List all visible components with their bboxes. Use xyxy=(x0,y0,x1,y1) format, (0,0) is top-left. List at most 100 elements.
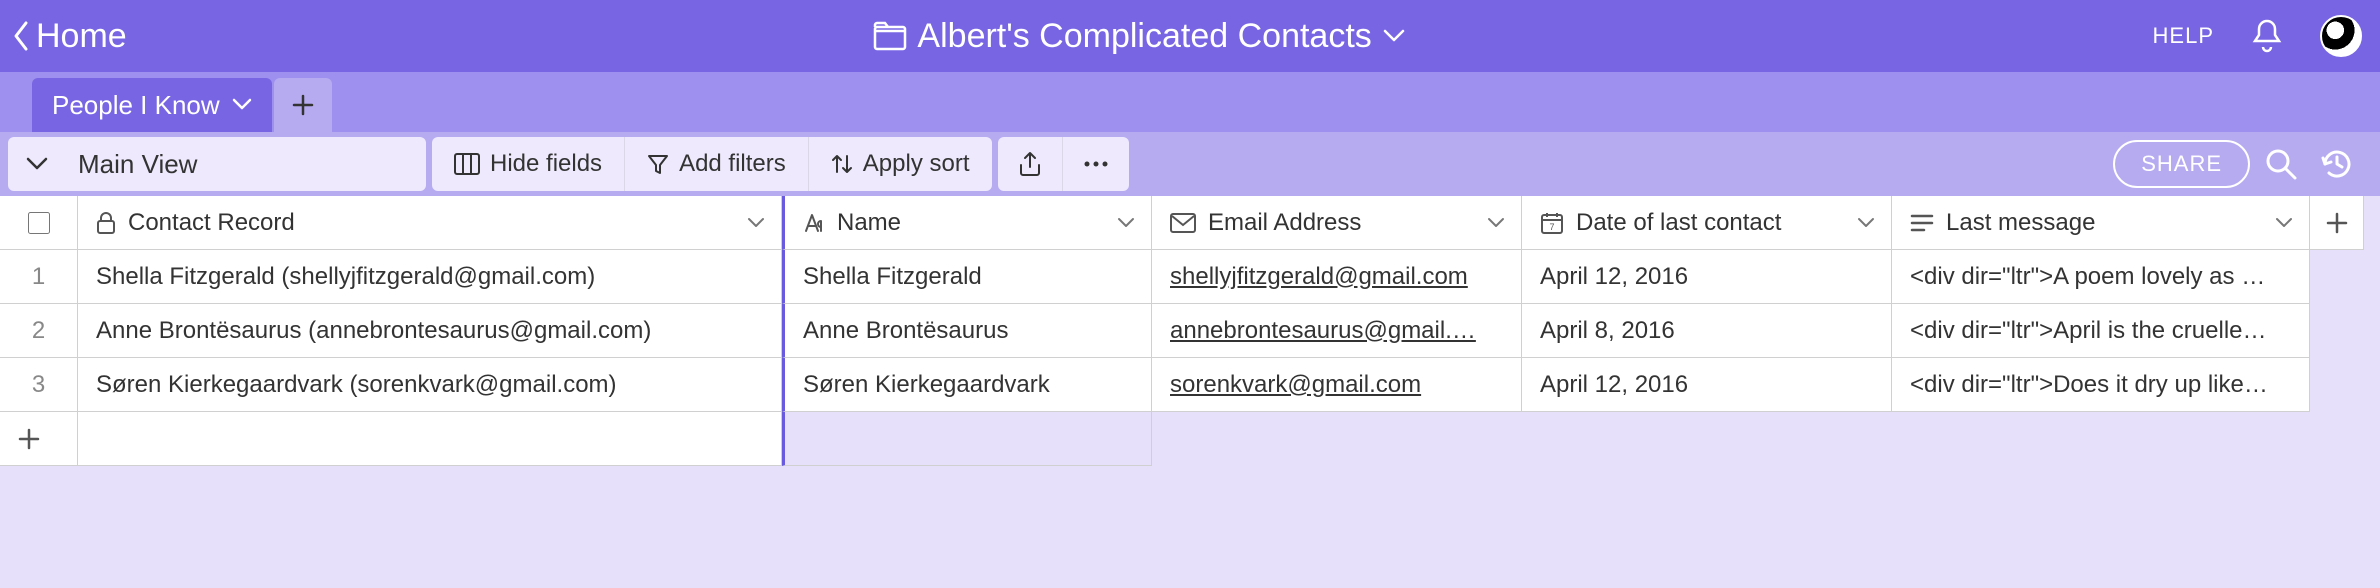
home-label: Home xyxy=(36,17,127,56)
folder-icon xyxy=(873,21,907,51)
history-button[interactable] xyxy=(2312,139,2362,189)
cell-date[interactable]: April 8, 2016 xyxy=(1522,304,1892,358)
search-icon xyxy=(2264,147,2298,181)
column-label: Email Address xyxy=(1208,209,1361,237)
plus-icon xyxy=(2326,212,2348,234)
sort-icon xyxy=(831,152,853,176)
row-trailing-space xyxy=(2310,250,2364,304)
lock-icon xyxy=(96,211,116,235)
chevron-down-icon xyxy=(747,217,765,229)
cell-name[interactable]: Søren Kierkegaardvark xyxy=(782,358,1152,412)
add-filters-button[interactable]: Add filters xyxy=(625,137,809,191)
columns-icon xyxy=(454,153,480,175)
column-header-date[interactable]: 7 Date of last contact xyxy=(1522,196,1892,250)
share-icon xyxy=(1018,151,1042,177)
tab-label: People I Know xyxy=(52,90,220,121)
svg-text:7: 7 xyxy=(1549,222,1554,232)
email-icon xyxy=(1170,213,1196,233)
user-avatar[interactable] xyxy=(2320,15,2362,57)
longtext-icon xyxy=(1910,213,1934,233)
cell-contact-record[interactable]: Anne Brontësaurus (annebrontesaurus@gmai… xyxy=(78,304,782,358)
help-link[interactable]: HELP xyxy=(2153,23,2214,49)
column-header-contact-record[interactable]: Contact Record xyxy=(78,196,782,250)
plus-icon xyxy=(292,94,314,116)
empty-cell xyxy=(782,412,1152,466)
select-all-checkbox[interactable] xyxy=(28,212,50,234)
empty-cell xyxy=(78,412,782,466)
search-button[interactable] xyxy=(2256,139,2306,189)
column-label: Last message xyxy=(1946,209,2095,237)
empty-cell xyxy=(1892,412,2310,466)
base-title-text: Albert's Complicated Contacts xyxy=(917,17,1371,56)
column-header-email[interactable]: Email Address xyxy=(1152,196,1522,250)
chevron-down-icon xyxy=(1487,217,1505,229)
chevron-down-icon xyxy=(232,98,252,112)
view-selector[interactable]: Main View xyxy=(8,137,426,191)
row-number[interactable]: 3 xyxy=(0,358,78,412)
view-name-label: Main View xyxy=(78,149,197,180)
chevron-left-icon xyxy=(10,19,34,53)
empty-cell xyxy=(1522,412,1892,466)
table-tab-bar: People I Know xyxy=(0,72,2380,132)
hide-fields-button[interactable]: Hide fields xyxy=(432,137,625,191)
base-title-dropdown[interactable]: Albert's Complicated Contacts xyxy=(127,17,2153,56)
add-row-button[interactable] xyxy=(0,412,78,466)
column-label: Contact Record xyxy=(128,209,295,237)
share-label: SHARE xyxy=(2141,151,2222,177)
plus-icon xyxy=(18,428,40,450)
tab-people-i-know[interactable]: People I Know xyxy=(32,78,272,132)
cell-email[interactable]: sorenkvark@gmail.com xyxy=(1152,358,1522,412)
chevron-down-icon xyxy=(1117,217,1135,229)
cell-last-message[interactable]: <div dir="ltr">A poem lovely as … xyxy=(1892,250,2310,304)
calendar-icon: 7 xyxy=(1540,211,1564,235)
column-header-last-message[interactable]: Last message xyxy=(1892,196,2310,250)
cell-email[interactable]: shellyjfitzgerald@gmail.com xyxy=(1152,250,1522,304)
cell-date[interactable]: April 12, 2016 xyxy=(1522,358,1892,412)
chevron-down-icon xyxy=(2275,217,2293,229)
column-label: Date of last contact xyxy=(1576,209,1781,237)
notifications-button[interactable] xyxy=(2242,11,2292,61)
add-table-button[interactable] xyxy=(274,78,332,132)
topbar: Home Albert's Complicated Contacts HELP xyxy=(0,0,2380,72)
cell-contact-record[interactable]: Shella Fitzgerald (shellyjfitzgerald@gma… xyxy=(78,250,782,304)
history-icon xyxy=(2319,146,2355,182)
column-label: Name xyxy=(837,209,901,237)
cell-email[interactable]: annebrontesaurus@gmail.… xyxy=(1152,304,1522,358)
home-link[interactable]: Home xyxy=(10,17,127,56)
more-options-button[interactable] xyxy=(1063,137,1129,191)
column-header-name[interactable]: Name xyxy=(782,196,1152,250)
row-number[interactable]: 2 xyxy=(0,304,78,358)
filter-icon xyxy=(647,153,669,175)
view-tools-group: Hide fields Add filters Apply sort xyxy=(432,137,992,191)
chevron-down-icon xyxy=(1382,28,1406,44)
grid: Contact Record Name Email Address 7 Date… xyxy=(0,196,2380,466)
cell-name[interactable]: Anne Brontësaurus xyxy=(782,304,1152,358)
add-filters-label: Add filters xyxy=(679,150,786,178)
select-all-cell[interactable] xyxy=(0,196,78,250)
cell-date[interactable]: April 12, 2016 xyxy=(1522,250,1892,304)
chevron-down-icon xyxy=(26,157,48,171)
topbar-right: HELP xyxy=(2153,11,2362,61)
text-icon xyxy=(803,212,825,234)
empty-cell xyxy=(1152,412,1522,466)
empty-cell xyxy=(2310,412,2364,466)
hide-fields-label: Hide fields xyxy=(490,150,602,178)
data-table: Contact Record Name Email Address 7 Date… xyxy=(0,196,2380,588)
cell-last-message[interactable]: <div dir="ltr">Does it dry up like… xyxy=(1892,358,2310,412)
view-tools-group-2 xyxy=(998,137,1129,191)
view-toolbar: Main View Hide fields Add filters Apply … xyxy=(0,132,2380,196)
row-trailing-space xyxy=(2310,358,2364,412)
share-button[interactable]: SHARE xyxy=(2113,140,2250,188)
chevron-down-icon xyxy=(1857,217,1875,229)
cell-name[interactable]: Shella Fitzgerald xyxy=(782,250,1152,304)
ellipsis-icon xyxy=(1083,160,1109,168)
apply-sort-label: Apply sort xyxy=(863,150,970,178)
bell-icon xyxy=(2250,17,2284,55)
share-export-button[interactable] xyxy=(998,137,1063,191)
apply-sort-button[interactable]: Apply sort xyxy=(809,137,992,191)
add-column-button[interactable] xyxy=(2310,196,2364,250)
row-trailing-space xyxy=(2310,304,2364,358)
cell-last-message[interactable]: <div dir="ltr">April is the cruelle… xyxy=(1892,304,2310,358)
row-number[interactable]: 1 xyxy=(0,250,78,304)
cell-contact-record[interactable]: Søren Kierkegaardvark (sorenkvark@gmail.… xyxy=(78,358,782,412)
